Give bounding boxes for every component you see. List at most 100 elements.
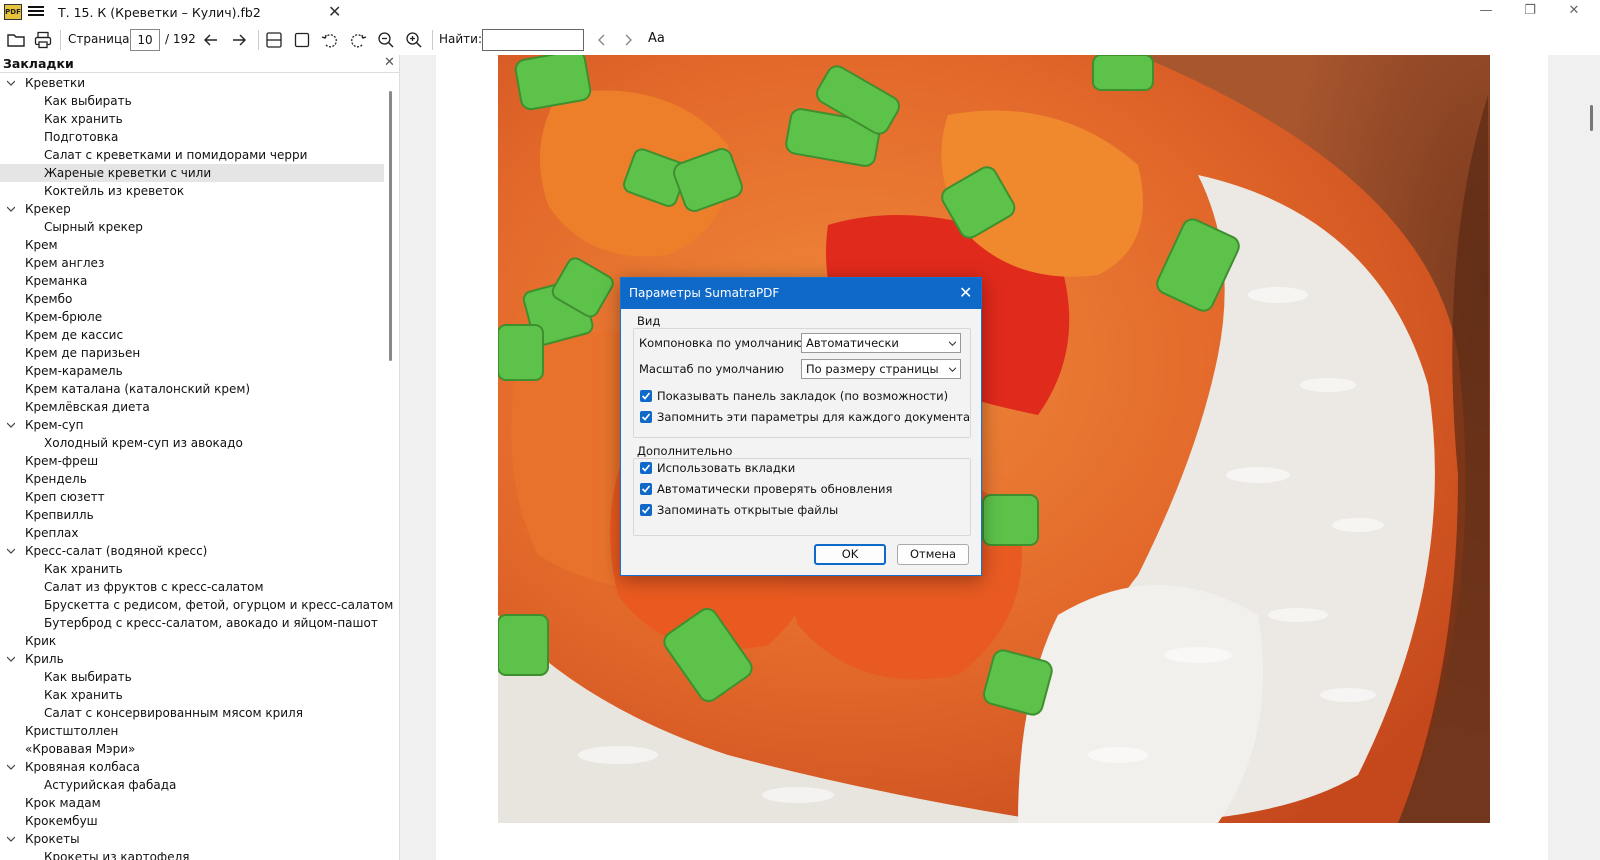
bookmark-subitem[interactable]: Астурийская фабада [0, 776, 384, 794]
bookmark-item[interactable]: Крик [0, 632, 384, 650]
bookmark-item[interactable]: Крок мадам [0, 794, 384, 812]
show-bookmarks-checkbox[interactable] [640, 390, 652, 402]
bookmark-item[interactable]: Крем-карамель [0, 362, 384, 380]
rotate-right-icon[interactable] [348, 30, 368, 50]
document-tab[interactable]: Т. 15. К (Креветки – Кулич).fb2 [52, 0, 348, 26]
bookmark-item[interactable]: Крем [0, 236, 384, 254]
bookmark-subitem[interactable]: Салат с креветками и помидорами черри [0, 146, 384, 164]
bookmark-item[interactable]: Крекер [0, 200, 384, 218]
dialog-close-icon[interactable]: ✕ [959, 283, 972, 302]
chevron-down-icon[interactable] [7, 205, 15, 213]
open-folder-icon[interactable] [6, 30, 26, 50]
document-scrollbar[interactable] [1590, 105, 1593, 131]
bookmark-item[interactable]: Крем англез [0, 254, 384, 272]
bookmark-item[interactable]: Крем-суп [0, 416, 384, 434]
bookmark-subitem[interactable]: Жареные креветки с чили [0, 164, 384, 182]
find-input[interactable] [482, 29, 584, 51]
bookmark-label: Крем-карамель [25, 364, 123, 378]
bookmark-label: Крем-брюле [25, 310, 103, 324]
bookmark-item[interactable]: Крем де кассис [0, 326, 384, 344]
bookmark-label: Салат с консервированным мясом криля [44, 706, 303, 720]
chevron-down-icon[interactable] [7, 655, 15, 663]
back-arrow-icon[interactable] [201, 30, 221, 50]
bookmark-label: Крокеты [25, 832, 80, 846]
bookmark-subitem[interactable]: Холодный крем-суп из авокадо [0, 434, 384, 452]
bookmark-item[interactable]: Крем каталана (каталонский крем) [0, 380, 384, 398]
checkmark-icon [641, 506, 651, 514]
use-tabs-label: Использовать вкладки [657, 461, 796, 475]
bookmark-label: Крем де паризьен [25, 346, 141, 360]
remember-settings-checkbox[interactable] [640, 411, 652, 423]
layout-select[interactable]: Автоматически [801, 333, 961, 353]
bookmark-subitem[interactable]: Как хранить [0, 686, 384, 704]
chevron-down-icon[interactable] [7, 79, 15, 87]
bookmark-subitem[interactable]: Коктейль из креветок [0, 182, 384, 200]
find-previous-icon[interactable] [592, 30, 612, 50]
bookmark-subitem[interactable]: Брускетта с редисом, фетой, огурцом и кр… [0, 596, 393, 614]
zoom-out-icon[interactable] [376, 30, 396, 50]
restore-icon[interactable]: ❐ [1508, 0, 1552, 24]
bookmark-subitem[interactable]: Салат из фруктов с кресс-салатом [0, 578, 384, 596]
match-case-button[interactable]: Aa [648, 31, 665, 46]
bookmark-item[interactable]: Крокембуш [0, 812, 384, 830]
bookmark-item[interactable]: Кристштоллен [0, 722, 384, 740]
sidebar-close-icon[interactable]: ✕ [384, 55, 395, 70]
bookmark-label: Как хранить [44, 562, 123, 576]
bookmark-item[interactable]: Крокеты [0, 830, 384, 848]
bookmarks-header: Закладки ✕ [0, 55, 399, 73]
bookmark-item[interactable]: Криль [0, 650, 384, 668]
advanced-group-label: Дополнительно [637, 444, 733, 458]
bookmark-subitem[interactable]: Сырный крекер [0, 218, 384, 236]
bookmark-subitem[interactable]: Подготовка [0, 128, 384, 146]
tab-close-icon[interactable]: ✕ [328, 2, 341, 21]
ok-button[interactable]: OK [814, 544, 886, 565]
page-number-input[interactable]: 10 [130, 29, 160, 51]
fit-width-icon[interactable] [264, 30, 284, 50]
check-updates-checkbox[interactable] [640, 483, 652, 495]
chevron-down-icon[interactable] [7, 547, 15, 555]
bookmark-item[interactable]: Кресс-салат (водяной кресс) [0, 542, 384, 560]
checkmark-icon [641, 392, 651, 400]
bookmark-item[interactable]: Крембо [0, 290, 384, 308]
document-view[interactable] [400, 55, 1600, 860]
menu-icon[interactable] [28, 4, 44, 20]
bookmark-item[interactable]: Крем-фреш [0, 452, 384, 470]
bookmark-item[interactable]: Крендель [0, 470, 384, 488]
bookmark-item[interactable]: Креплах [0, 524, 384, 542]
bookmark-item[interactable]: Крем де паризьен [0, 344, 384, 362]
remember-files-checkbox[interactable] [640, 504, 652, 516]
chevron-down-icon[interactable] [7, 763, 15, 771]
cancel-button[interactable]: Отмена [897, 544, 969, 565]
print-icon[interactable] [33, 30, 53, 50]
forward-arrow-icon[interactable] [229, 30, 249, 50]
bookmark-subitem[interactable]: Как выбирать [0, 92, 384, 110]
bookmark-subitem[interactable]: Салат с консервированным мясом криля [0, 704, 384, 722]
bookmark-item[interactable]: «Кровавая Мэри» [0, 740, 384, 758]
find-label: Найти: [439, 32, 483, 46]
zoom-select[interactable]: По размеру страницы [801, 359, 961, 379]
bookmark-item[interactable]: Крепвилль [0, 506, 384, 524]
window-close-icon[interactable]: ✕ [1552, 0, 1596, 24]
bookmarks-scrollbar[interactable] [389, 91, 392, 361]
bookmark-item[interactable]: Крем-брюле [0, 308, 384, 326]
bookmark-item[interactable]: Кровяная колбаса [0, 758, 384, 776]
bookmark-item[interactable]: Креманка [0, 272, 384, 290]
bookmark-item[interactable]: Креп сюзетт [0, 488, 384, 506]
zoom-in-icon[interactable] [404, 30, 424, 50]
bookmark-item[interactable]: Креветки [0, 74, 384, 92]
chevron-down-icon[interactable] [7, 835, 15, 843]
bookmark-subitem[interactable]: Как хранить [0, 110, 384, 128]
rotate-left-icon[interactable] [320, 30, 340, 50]
document-tab-title: Т. 15. К (Креветки – Кулич).fb2 [58, 5, 261, 20]
bookmark-subitem[interactable]: Как выбирать [0, 668, 384, 686]
bookmark-subitem[interactable]: Крокеты из картофеля [0, 848, 384, 860]
bookmark-subitem[interactable]: Бутерброд с кресс-салатом, авокадо и яйц… [0, 614, 384, 632]
find-next-icon[interactable] [618, 30, 638, 50]
chevron-down-icon[interactable] [7, 421, 15, 429]
use-tabs-checkbox[interactable] [640, 462, 652, 474]
minimize-icon[interactable]: — [1464, 0, 1508, 24]
bookmark-label: Крекер [25, 202, 71, 216]
bookmark-item[interactable]: Кремлёвская диета [0, 398, 384, 416]
bookmark-subitem[interactable]: Как хранить [0, 560, 384, 578]
fit-page-icon[interactable] [292, 30, 312, 50]
